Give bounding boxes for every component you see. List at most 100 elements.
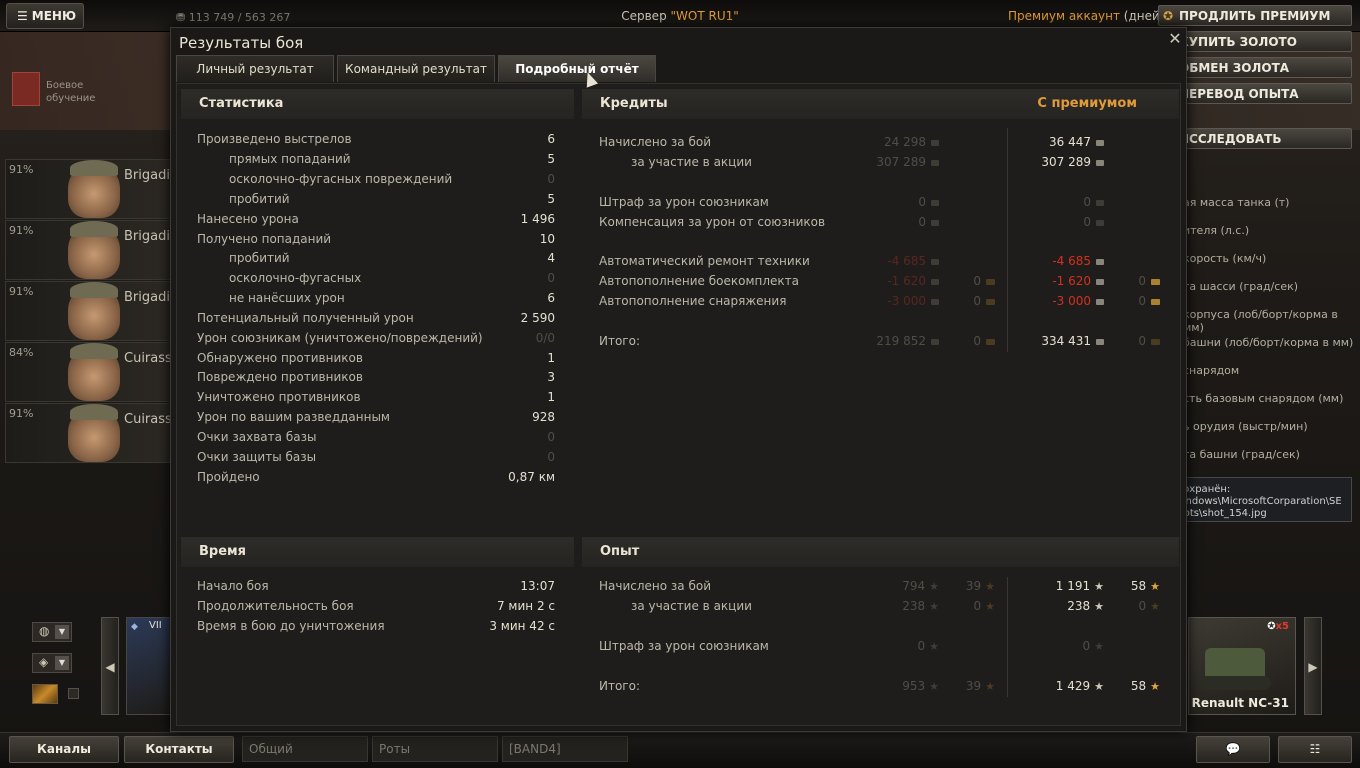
battle-type-line1: Боевое (46, 80, 84, 91)
research-button[interactable]: ИССЛЕДОВАТЬ (1158, 128, 1352, 149)
stat-row: пробитий 5 (197, 189, 557, 209)
crew-member[interactable]: 84% Cuirassi (5, 342, 175, 402)
premium-account-status: Премиум аккаунт (дней: 4) (1008, 9, 1180, 23)
credits-base-value: 0 (918, 195, 926, 209)
stat-label: не нанёсших урон (229, 291, 345, 305)
xp-label: Итого: (599, 679, 640, 693)
notifications-button[interactable]: ☷ (1278, 736, 1352, 763)
time-value: 3 мин 42 с (489, 619, 555, 633)
level-filter-button[interactable] (32, 684, 58, 704)
training-battle-icon (12, 72, 40, 106)
xp-base-value: 0 (917, 639, 926, 653)
free-xp-premium-value: 58 (1130, 679, 1147, 693)
credits-row: Штраф за урон союзникам 0 0 (599, 192, 1159, 212)
carousel-right-button[interactable]: ▶ (1304, 617, 1322, 715)
credits-icon (931, 199, 939, 206)
channel-tab-general[interactable]: Общий (242, 736, 368, 762)
gold-base-value: 0 (973, 274, 981, 288)
stat-value: 0 (547, 271, 555, 285)
stat-label: Урон союзникам (уничтожено/повреждений) (197, 331, 483, 345)
chat-icon: 💬 (1225, 742, 1241, 756)
stat-value: 0 (547, 172, 555, 186)
stat-value: 5 (547, 152, 555, 166)
credits-label: Начислено за бой (599, 135, 712, 149)
time-row: Время в бою до уничтожения 3 мин 42 с (197, 616, 557, 636)
time-label: Время в бою до уничтожения (197, 619, 385, 633)
menu-button[interactable]: ☰ МЕНЮ (6, 3, 84, 29)
crew-member[interactable]: 91% Brigadie (5, 159, 178, 219)
stat-label: Очки захвата базы (197, 430, 317, 444)
tank-type-icon: ◈ (39, 655, 49, 669)
research-label: ИССЛЕДОВАТЬ (1179, 131, 1282, 146)
stat-label: Пройдено (197, 470, 260, 484)
contacts-button[interactable]: Контакты (124, 736, 234, 763)
credits-icon (931, 219, 939, 226)
stat-row: не нанёсших урон 6 (197, 288, 557, 308)
extend-premium-button[interactable]: ✪ ПРОДЛИТЬ ПРЕМИУМ (1158, 5, 1352, 26)
spec-item: ь орудия (выстр/мин) (1183, 420, 1308, 433)
credits-label: Автопополнение снаряжения (599, 294, 787, 308)
credits-icon (1096, 159, 1104, 166)
credits-icon (931, 139, 939, 146)
tab-detailed[interactable]: Подробный отчёт (498, 55, 656, 82)
xp-star-icon: ★ (1094, 580, 1104, 593)
credits-icon (931, 258, 939, 265)
crew-member[interactable]: 91% Brigadie (5, 220, 178, 280)
credits-premium-value: 334 431 (1041, 334, 1091, 348)
channel-tab-band4[interactable]: [BAND4] (502, 736, 628, 762)
credits-premium-value: 36 447 (1049, 135, 1091, 149)
credits-base-value: 0 (918, 215, 926, 229)
credits-label: Автоматический ремонт техники (599, 254, 810, 268)
type-filter-dropdown[interactable]: ◈ ▼ (32, 653, 72, 673)
credits-icon (931, 159, 939, 166)
time-row: Начало боя 13:07 (197, 576, 557, 596)
gold-icon (986, 298, 995, 305)
crew-member[interactable]: 91% Cuirassi (5, 403, 175, 463)
crew-cap (70, 221, 118, 237)
buy-gold-button[interactable]: КУПИТЬ ЗОЛОТО (1158, 31, 1352, 52)
xp-premium-value: 238 (1067, 599, 1091, 613)
spec-item: та шасси (град/сек) (1183, 280, 1299, 293)
xp-star-icon: ★ (1094, 640, 1104, 653)
chevron-left-icon: ◀ (105, 660, 115, 674)
stat-row: Повреждено противников 3 (197, 367, 557, 387)
carousel-left-button[interactable]: ◀ (101, 617, 119, 715)
tab-team[interactable]: Командный результат (337, 55, 495, 82)
battle-type-panel[interactable]: Боевое обучение (8, 70, 163, 115)
extend-premium-label: ПРОДЛИТЬ ПРЕМИУМ (1179, 8, 1331, 23)
channels-button[interactable]: Каналы (9, 736, 119, 763)
channel-tab-companies[interactable]: Роты (372, 736, 498, 762)
stat-value: 0/0 (535, 331, 555, 345)
xp-base-value: 953 (902, 679, 926, 693)
selected-tank-card[interactable]: ✪x5 Renault NC-31 (1188, 617, 1296, 715)
flag-icon: ◆ (131, 622, 138, 632)
gold-credits-value: 113 749 / 563 267 (188, 11, 291, 24)
credits-icon (931, 298, 939, 305)
xp-header: Опыт (582, 537, 1179, 567)
stat-value: 6 (547, 291, 555, 305)
stat-row: пробитий 4 (197, 248, 557, 268)
time-label: Начало боя (197, 579, 269, 593)
tank-slot[interactable]: VII ◆ (126, 617, 172, 715)
tab-personal[interactable]: Личный результат (176, 55, 334, 82)
stat-value: 0,87 км (508, 470, 555, 484)
crew-cap (70, 160, 118, 176)
gold-credits-info: ⛃ 113 749 / 563 267 (176, 11, 290, 24)
crew-member[interactable]: 91% Brigadie (5, 281, 178, 341)
close-icon[interactable]: ✕ (1167, 31, 1183, 47)
xp-row: Штраф за урон союзникам 0 ★ 0 ★ (599, 636, 1159, 656)
chat-button[interactable]: 💬 (1196, 736, 1270, 763)
globe-filter-dropdown[interactable]: ◍ ▼ (32, 622, 72, 642)
filter-checkbox[interactable] (68, 688, 79, 699)
credits-base-value: 219 852 (876, 334, 926, 348)
exchange-gold-button[interactable]: ОБМЕН ЗОЛОТА (1158, 57, 1352, 78)
credits-icon (931, 338, 939, 345)
spec-item: корость (км/ч) (1183, 252, 1267, 265)
free-xp-base-value: 0 (973, 599, 982, 613)
credits-icon (1096, 278, 1104, 285)
crew-skill-pct: 91% (9, 285, 34, 298)
credits-premium-value: 307 289 (1041, 155, 1091, 169)
convert-xp-button[interactable]: ПЕРЕВОД ОПЫТА (1158, 83, 1352, 104)
free-xp-base-value: 39 (965, 679, 982, 693)
crew-name: Cuirassi (124, 412, 176, 427)
